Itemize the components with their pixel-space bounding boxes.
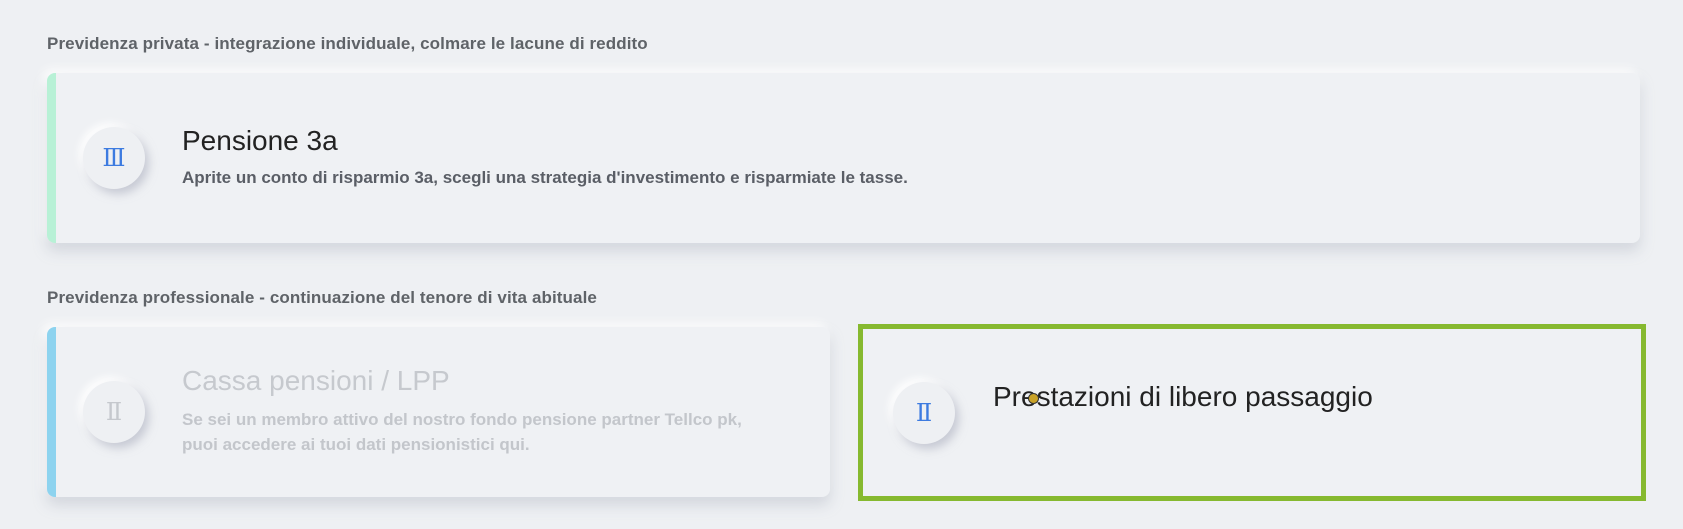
card-title: Prestazioni di libero passaggio [993, 381, 1373, 412]
card-title: Cassa pensioni / LPP [182, 365, 450, 396]
card-title: Pensione 3a [182, 125, 338, 156]
private-pension-section-title: Previdenza privata - integrazione indivi… [47, 34, 648, 53]
pillar-two-icon: Ⅱ [83, 381, 145, 443]
pillar-3a-card[interactable]: Ⅲ Pensione 3a Aprite un conto di risparm… [47, 73, 1640, 243]
mouse-cursor-icon [1028, 393, 1039, 404]
card-accent-bar [47, 73, 56, 243]
card-description: Se sei un membro attivo del nostro fondo… [182, 410, 742, 454]
vested-benefits-card[interactable]: Ⅱ Prestazioni di libero passaggio [858, 324, 1646, 501]
card-accent-bar [47, 327, 56, 497]
pillar-two-icon: Ⅱ [893, 382, 955, 444]
professional-pension-section-title: Previdenza professionale - continuazione… [47, 288, 597, 307]
card-description: Aprite un conto di risparmio 3a, scegli … [182, 168, 908, 187]
pillar-three-icon: Ⅲ [83, 127, 145, 189]
pension-fund-card[interactable]: Ⅱ Cassa pensioni / LPP Se sei un membro … [47, 327, 830, 497]
